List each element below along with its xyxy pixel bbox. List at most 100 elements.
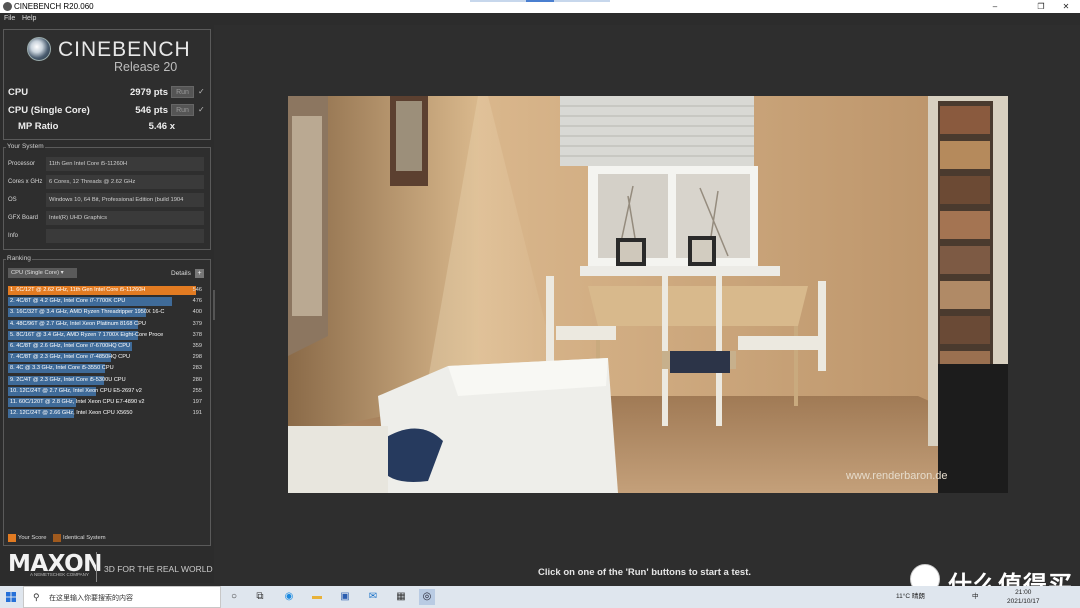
- ranking-row[interactable]: 3. 16C/32T @ 3.4 GHz, AMD Ryzen Threadri…: [8, 307, 205, 318]
- cinebench-taskbar-icon[interactable]: ◎: [419, 589, 435, 605]
- ranking-cpu-name: 9. 2C/4T @ 2.3 GHz, Intel Core i5-5300U …: [10, 376, 126, 383]
- clock-time: 21:00: [1015, 589, 1032, 596]
- explorer-icon[interactable]: ▬: [309, 589, 325, 605]
- title-bar: CINEBENCH R20.060 – ❐ ✕: [0, 0, 1080, 13]
- ranking-score: 280: [192, 376, 202, 383]
- cinebench-logo-icon: [27, 37, 51, 61]
- legend-your-score: Your Score: [18, 535, 47, 541]
- single-core-run-button[interactable]: Run: [171, 104, 194, 116]
- ranking-cpu-name: 3. 16C/32T @ 3.4 GHz, AMD Ryzen Threadri…: [10, 309, 165, 316]
- clock-date: 2021/10/17: [1007, 598, 1040, 605]
- ranking-cpu-name: 7. 4C/8T @ 2.3 GHz, Intel Core i7-4850HQ…: [10, 354, 130, 361]
- ranking-score: 400: [192, 309, 202, 316]
- ranking-row[interactable]: 7. 4C/8T @ 2.3 GHz, Intel Core i7-4850HQ…: [8, 352, 205, 363]
- app-icon: [3, 2, 12, 11]
- system-value-processor: 11th Gen Intel Core i5-11260H: [46, 157, 204, 171]
- ranking-score: 379: [192, 320, 202, 327]
- ranking-cpu-name: 11. 60C/120T @ 2.8 GHz, Intel Xeon CPU E…: [10, 399, 145, 405]
- ranking-score: 298: [192, 354, 202, 361]
- maxon-subtitle: A NEMETSCHEK COMPANY: [30, 572, 89, 577]
- ranking-row[interactable]: 2. 4C/8T @ 4.2 GHz, Intel Core i7-7700K …: [8, 296, 205, 307]
- ranking-row[interactable]: 10. 12C/24T @ 2.7 GHz, Intel Xeon CPU E5…: [8, 386, 205, 397]
- status-text: Click on one of the 'Run' buttons to sta…: [538, 567, 751, 578]
- close-button[interactable]: ✕: [1052, 0, 1080, 13]
- ranking-cpu-name: 2. 4C/8T @ 4.2 GHz, Intel Core i7-7700K …: [10, 298, 126, 305]
- system-label-gfx-board: GFX Board: [8, 215, 39, 221]
- ranking-score: 255: [192, 387, 202, 394]
- ranking-row[interactable]: 12. 12C/24T @ 2.66 GHz, Intel Xeon CPU X…: [8, 408, 205, 419]
- ime-indicator[interactable]: 中: [972, 590, 979, 600]
- ranking-cpu-name: 4. 48C/96T @ 2.7 GHz, Intel Xeon Platinu…: [10, 320, 146, 327]
- minimize-button[interactable]: –: [978, 0, 1012, 13]
- ranking-group-label: Ranking: [6, 255, 32, 262]
- ranking-row[interactable]: 6. 4C/8T @ 2.6 GHz, Intel Core i7-6700HQ…: [8, 341, 205, 352]
- legend-identical: Identical System: [63, 535, 106, 541]
- window-title: CINEBENCH R20.060: [14, 2, 94, 11]
- system-group-label: Your System: [6, 143, 45, 150]
- single-core-label: CPU (Single Core): [8, 105, 90, 116]
- ranking-score: 378: [192, 331, 202, 338]
- cpu-run-button[interactable]: Run: [171, 86, 194, 98]
- ranking-scrollbar[interactable]: [213, 290, 215, 320]
- mail-icon[interactable]: ✉: [365, 589, 381, 605]
- ranking-row[interactable]: 5. 8C/16T @ 3.4 GHz, AMD Ryzen 7 1700X E…: [8, 330, 205, 341]
- taskbar: ⚲ 在这里输入你要搜索的内容 ○ ⧉ ◉ ▬ ▣ ✉ ▦ ◎ 11°C 晴朗 中…: [0, 586, 1080, 608]
- active-tab-indicator: [526, 0, 554, 2]
- ranking-score: 476: [192, 298, 202, 305]
- brand-name: CINEBENCH: [58, 38, 191, 61]
- system-label-cores-x-ghz: Cores x GHz: [8, 179, 43, 185]
- ranking-cpu-name: 1. 6C/12T @ 2.62 GHz, 11th Gen Intel Cor…: [10, 287, 146, 293]
- windows-start-icon[interactable]: [6, 592, 16, 602]
- ranking-row[interactable]: 8. 4C @ 3.3 GHz, Intel Core i5-3550 CPU 2…: [8, 363, 205, 374]
- menu-file[interactable]: File: [4, 13, 15, 25]
- details-button[interactable]: +: [195, 269, 204, 278]
- search-placeholder: 在这里输入你要搜索的内容: [49, 595, 133, 602]
- weather-text[interactable]: 11°C 晴朗: [896, 590, 925, 600]
- store-icon[interactable]: ▣: [337, 589, 353, 605]
- ranking-dropdown[interactable]: CPU (Single Core) ▾: [8, 268, 77, 278]
- system-label-info: Info: [8, 233, 19, 239]
- ranking-row[interactable]: 4. 48C/96T @ 2.7 GHz, Intel Xeon Platinu…: [8, 319, 205, 330]
- menu-help[interactable]: Help: [22, 13, 36, 25]
- ranking-dropdown-value: CPU (Single Core): [11, 270, 59, 276]
- mp-ratio-value: 5.46 x: [148, 121, 175, 132]
- legend-your-score-swatch: [8, 534, 16, 542]
- render-watermark: www.renderbaron.de: [845, 470, 948, 482]
- system-value-cores-x-ghz: 6 Cores, 12 Threads @ 2.62 GHz: [46, 175, 204, 189]
- ranking-cpu-name: 12. 12C/24T @ 2.66 GHz, Intel Xeon CPU X…: [10, 410, 133, 417]
- widgets-icon[interactable]: ⧉: [252, 589, 268, 605]
- system-value-info: [46, 229, 204, 243]
- cpu-label: CPU: [8, 87, 29, 98]
- ranking-cpu-name: 5. 8C/16T @ 3.4 GHz, AMD Ryzen 7 1700X E…: [10, 331, 164, 338]
- brand-release: Release 20: [114, 60, 178, 74]
- edge-icon[interactable]: ◉: [281, 589, 297, 605]
- ranking-score: 283: [192, 365, 202, 372]
- room-scene-image: www.renderbaron.de: [288, 96, 1008, 493]
- system-label-os: OS: [8, 197, 17, 203]
- cpu-check-icon[interactable]: ✓: [198, 87, 205, 96]
- clock[interactable]: 21:00 2021/10/17: [1007, 588, 1040, 606]
- footer-divider: [96, 552, 97, 582]
- ranking-row[interactable]: 1. 6C/12T @ 2.62 GHz, 11th Gen Intel Cor…: [8, 285, 205, 296]
- ranking-score: 359: [192, 343, 202, 349]
- ranking-cpu-name: 6. 4C/8T @ 2.6 GHz, Intel Core i7-6700HQ…: [10, 343, 130, 349]
- ranking-score: 191: [192, 410, 202, 417]
- ranking-row[interactable]: 9. 2C/4T @ 2.3 GHz, Intel Core i5-5300U …: [8, 375, 205, 386]
- taskbar-search[interactable]: ⚲ 在这里输入你要搜索的内容: [23, 586, 221, 608]
- ranking-cpu-name: 10. 12C/24T @ 2.7 GHz, Intel Xeon CPU E5…: [10, 387, 142, 394]
- cpu-score: 2979 pts: [129, 87, 168, 98]
- maxon-tagline: 3D FOR THE REAL WORLD: [104, 564, 213, 574]
- ranking-score: 197: [192, 399, 202, 405]
- menu-bar: File Help: [0, 13, 1080, 25]
- search-icon: ⚲: [33, 592, 40, 602]
- calculator-icon[interactable]: ▦: [393, 589, 409, 605]
- render-viewport: www.renderbaron.de: [288, 96, 1008, 493]
- task-view-icon[interactable]: ○: [226, 589, 242, 605]
- single-core-check-icon[interactable]: ✓: [198, 105, 205, 114]
- details-label[interactable]: Details: [171, 270, 191, 277]
- legend-identical-swatch: [53, 534, 61, 542]
- title-tabs: [470, 0, 610, 2]
- ranking-score: 546: [192, 287, 202, 293]
- ranking-row[interactable]: 11. 60C/120T @ 2.8 GHz, Intel Xeon CPU E…: [8, 397, 205, 408]
- system-value-os: Windows 10, 64 Bit, Professional Edition…: [46, 193, 204, 207]
